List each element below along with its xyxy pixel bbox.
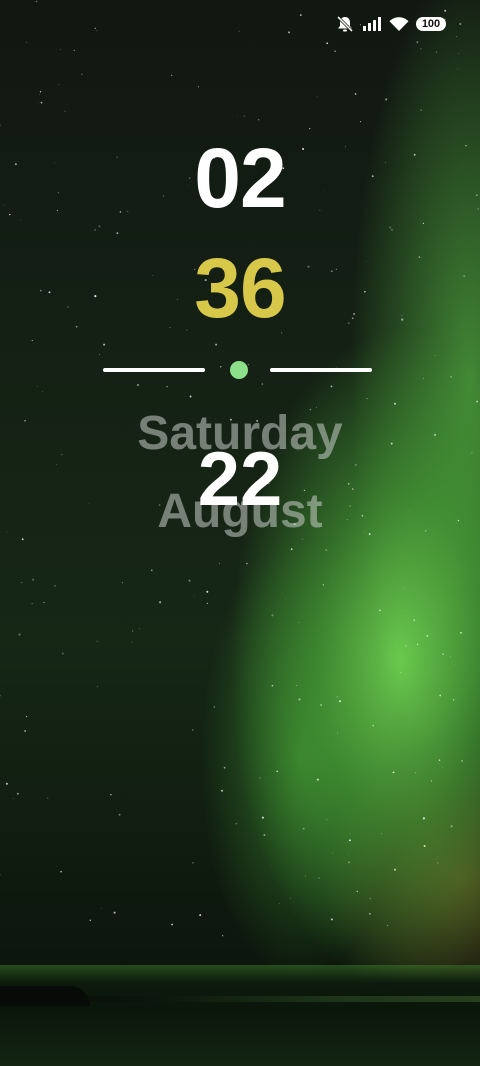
status-bar: 100 (335, 15, 446, 33)
date-day: 22 (197, 437, 283, 522)
clock-divider (0, 359, 480, 381)
clock-minute: 36 (194, 241, 286, 335)
clock-hour: 02 (194, 131, 286, 225)
divider-line-left (103, 368, 205, 372)
wifi-icon (389, 16, 409, 32)
divider-dot (230, 361, 248, 379)
bell-muted-icon (335, 15, 355, 33)
island-silhouette (0, 986, 90, 1006)
battery-indicator: 100 (416, 17, 446, 31)
cellular-signal-icon (362, 16, 382, 32)
horizon-water (0, 965, 480, 1066)
divider-line-right (270, 368, 372, 372)
